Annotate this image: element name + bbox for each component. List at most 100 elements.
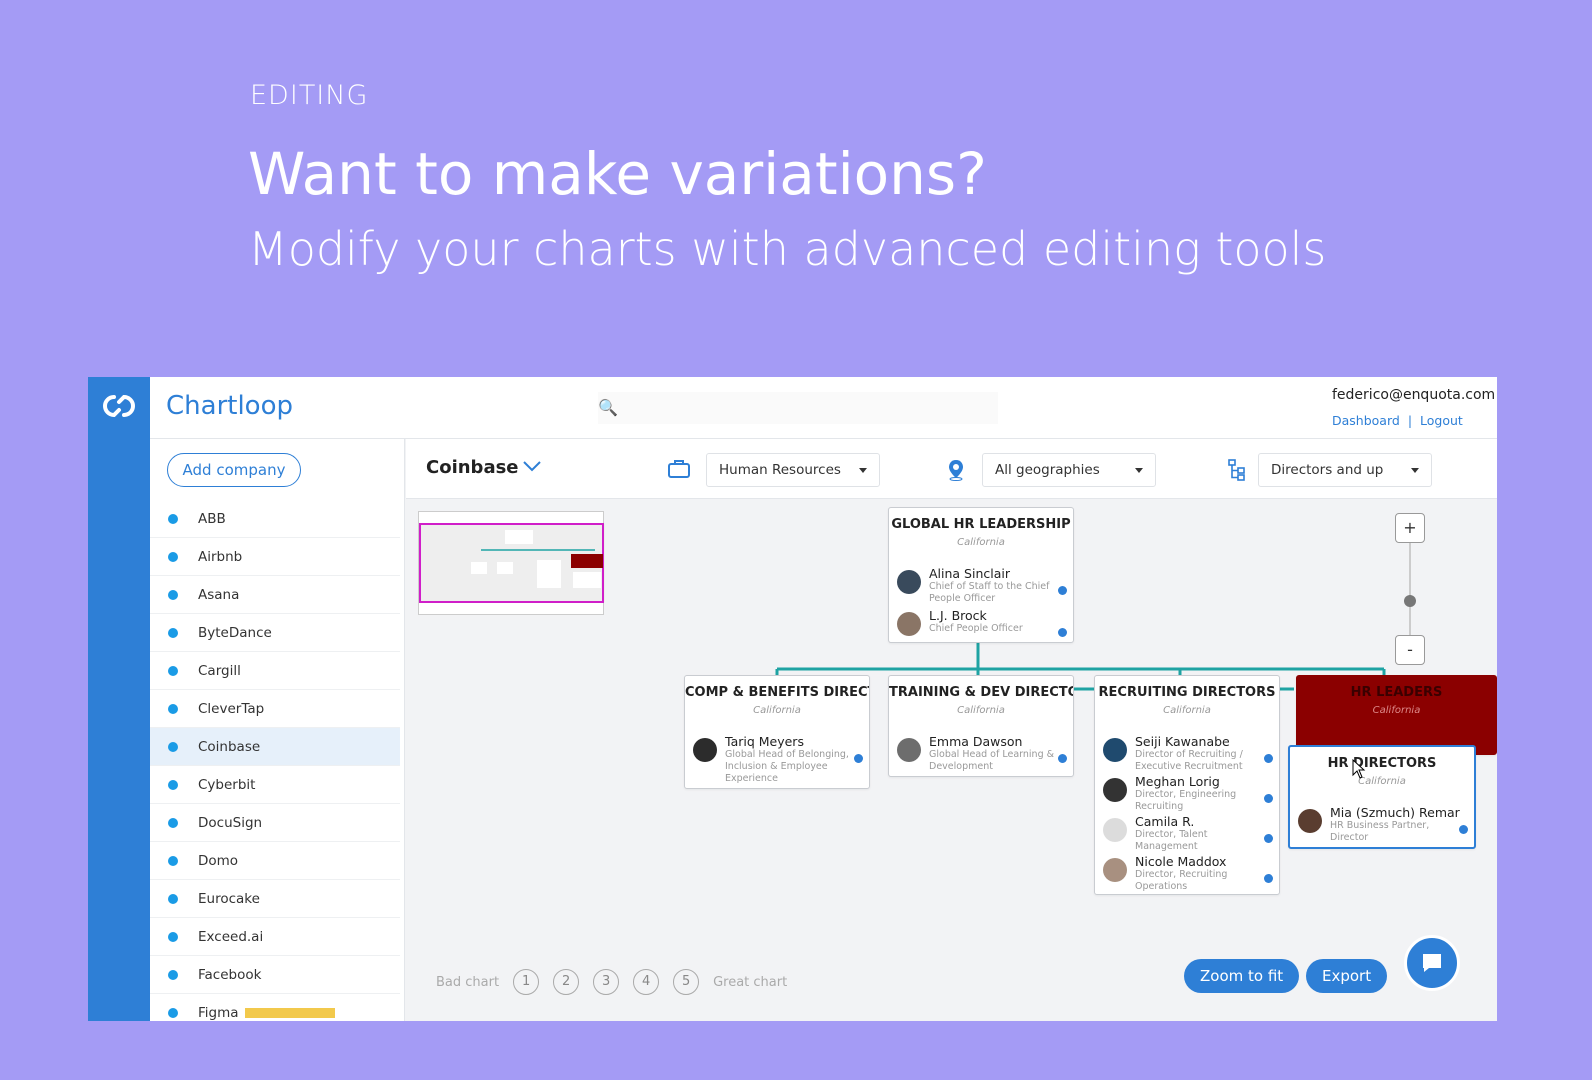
- zoom-out-button[interactable]: -: [1395, 635, 1425, 665]
- person-card[interactable]: Meghan Lorig Director, Engineering Recru…: [1103, 774, 1275, 814]
- person-role: Director, Recruiting Operations: [1135, 869, 1228, 892]
- linkedin-icon[interactable]: [1058, 628, 1067, 637]
- person-card[interactable]: Tariq Meyers Global Head of Belonging, I…: [693, 734, 865, 784]
- chat-button[interactable]: [1404, 935, 1460, 991]
- export-button[interactable]: Export: [1306, 959, 1388, 993]
- rating-option-4[interactable]: 4: [633, 969, 660, 995]
- node-hr-leaders[interactable]: HR LEADERS California: [1296, 675, 1497, 755]
- zoom-to-fit-button[interactable]: Zoom to fit: [1184, 959, 1300, 993]
- person-name: Seiji Kawanabe: [1135, 734, 1230, 749]
- linkedin-icon[interactable]: [1058, 754, 1067, 763]
- company-item[interactable]: ByteDance: [150, 614, 400, 652]
- company-label: Facebook: [198, 966, 262, 983]
- zoom-in-button[interactable]: +: [1395, 513, 1425, 543]
- company-label: Coinbase: [198, 738, 261, 755]
- chartloop-logo-icon[interactable]: [100, 391, 138, 421]
- status-dot-icon: [168, 627, 178, 638]
- chart-canvas[interactable]: GLOBAL HR LEADERSHIP California Alina Si…: [406, 499, 1497, 1021]
- linkedin-icon[interactable]: [1264, 754, 1273, 763]
- caret-down-icon: [1135, 468, 1143, 473]
- logout-link[interactable]: Logout: [1420, 413, 1463, 428]
- company-label: Asana: [198, 586, 240, 603]
- search-icon[interactable]: 🔍: [598, 398, 618, 417]
- hierarchy-icon: [1228, 459, 1245, 481]
- company-item[interactable]: Asana: [150, 576, 400, 614]
- rating-option-1[interactable]: 1: [513, 969, 540, 995]
- linkedin-icon[interactable]: [1459, 825, 1468, 834]
- person-card[interactable]: Camila R. Director, Talent Management: [1103, 814, 1275, 854]
- company-item[interactable]: Exceed.ai: [150, 918, 400, 956]
- status-dot-icon: [168, 1007, 178, 1018]
- node-hr-directors-dragging[interactable]: HR DIRECTORS California Mia (Szmuch) Rem…: [1288, 745, 1476, 849]
- dashboard-link[interactable]: Dashboard: [1332, 413, 1400, 428]
- linkedin-icon[interactable]: [1264, 874, 1273, 883]
- company-item-selected[interactable]: Coinbase: [150, 728, 400, 766]
- hero-title: Want to make variations?: [248, 140, 987, 208]
- person-card[interactable]: Nicole Maddox Director, Recruiting Opera…: [1103, 854, 1275, 894]
- user-links: Dashboard | Logout: [1332, 413, 1467, 428]
- company-item[interactable]: DocuSign: [150, 804, 400, 842]
- rating-option-2[interactable]: 2: [553, 969, 580, 995]
- company-label: Airbnb: [198, 548, 243, 565]
- org-selector-label[interactable]: Coinbase: [426, 457, 519, 478]
- linkedin-icon[interactable]: [1058, 586, 1067, 595]
- company-item[interactable]: Eurocake: [150, 880, 400, 918]
- node-title: GLOBAL HR LEADERSHIP: [891, 517, 1071, 532]
- node-global-hr-leadership[interactable]: GLOBAL HR LEADERSHIP California Alina Si…: [888, 507, 1074, 643]
- add-company-button[interactable]: Add company: [167, 453, 301, 487]
- node-recruiting[interactable]: RECRUITING DIRECTORS California Seiji Ka…: [1094, 675, 1280, 895]
- hero-eyebrow: EDITING: [250, 80, 369, 111]
- left-rail: [88, 377, 150, 1021]
- person-name: Tariq Meyers: [725, 734, 804, 749]
- person-role: Director, Engineering Recruiting: [1135, 789, 1237, 812]
- department-value: Human Resources: [719, 462, 841, 478]
- company-item[interactable]: Cargill: [150, 652, 400, 690]
- search-box: 🔍: [598, 392, 998, 424]
- person-card[interactable]: Alina Sinclair Chief of Staff to the Chi…: [897, 566, 1069, 606]
- brand-name[interactable]: Chartloop: [166, 391, 293, 421]
- rating-option-5[interactable]: 5: [673, 969, 700, 995]
- geography-select[interactable]: All geographies: [982, 453, 1156, 487]
- company-label: Cyberbit: [198, 776, 256, 793]
- node-location: California: [1358, 776, 1406, 787]
- caret-down-icon: [1411, 468, 1419, 473]
- person-name: Meghan Lorig: [1135, 774, 1220, 789]
- zoom-slider-handle[interactable]: [1404, 595, 1416, 607]
- search-input[interactable]: [622, 392, 992, 424]
- link-divider: |: [1407, 413, 1413, 428]
- level-select[interactable]: Directors and up: [1258, 453, 1432, 487]
- person-card[interactable]: L.J. Brock Chief People Officer: [897, 608, 1069, 648]
- node-title: HR LEADERS: [1350, 685, 1443, 700]
- department-select[interactable]: Human Resources: [706, 453, 880, 487]
- chart-rating: Bad chart 1 2 3 4 5 Great chart: [436, 969, 787, 995]
- company-item[interactable]: ABB: [150, 500, 400, 538]
- company-item[interactable]: Facebook: [150, 956, 400, 994]
- company-sidebar: Add company ABB Airbnb Asana ByteDance C…: [150, 439, 405, 1021]
- node-training-dev[interactable]: TRAINING & DEV DIRECTORS California Emma…: [888, 675, 1074, 777]
- status-badge: [244, 1007, 335, 1018]
- node-location: California: [1163, 705, 1211, 716]
- person-card[interactable]: Mia (Szmuch) Remar HR Business Partner, …: [1298, 805, 1470, 845]
- linkedin-icon[interactable]: [1264, 834, 1273, 843]
- person-role: HR Business Partner, Director: [1330, 820, 1430, 843]
- rating-option-3[interactable]: 3: [593, 969, 620, 995]
- status-dot-icon: [168, 931, 178, 942]
- person-name: Alina Sinclair: [929, 566, 1010, 581]
- linkedin-icon[interactable]: [854, 754, 863, 763]
- person-role: Global Head of Belonging, Inclusion & Em…: [725, 749, 849, 784]
- avatar: [1103, 738, 1127, 762]
- company-item[interactable]: Cyberbit: [150, 766, 400, 804]
- person-card[interactable]: Seiji Kawanabe Director of Recruiting / …: [1103, 734, 1275, 774]
- node-location: California: [957, 705, 1005, 716]
- person-card[interactable]: Emma Dawson Global Head of Learning & De…: [897, 734, 1069, 774]
- linkedin-icon[interactable]: [1264, 794, 1273, 803]
- chevron-down-icon[interactable]: [522, 459, 542, 473]
- company-item[interactable]: Domo: [150, 842, 400, 880]
- status-dot-icon: [168, 513, 178, 524]
- company-item[interactable]: Airbnb: [150, 538, 400, 576]
- node-comp-benefits[interactable]: COMP & BENEFITS DIRECTOR California Tari…: [684, 675, 870, 789]
- company-label: CleverTap: [198, 700, 265, 717]
- avatar: [1103, 858, 1127, 882]
- company-item[interactable]: CleverTap: [150, 690, 400, 728]
- company-item[interactable]: Figma: [150, 994, 400, 1021]
